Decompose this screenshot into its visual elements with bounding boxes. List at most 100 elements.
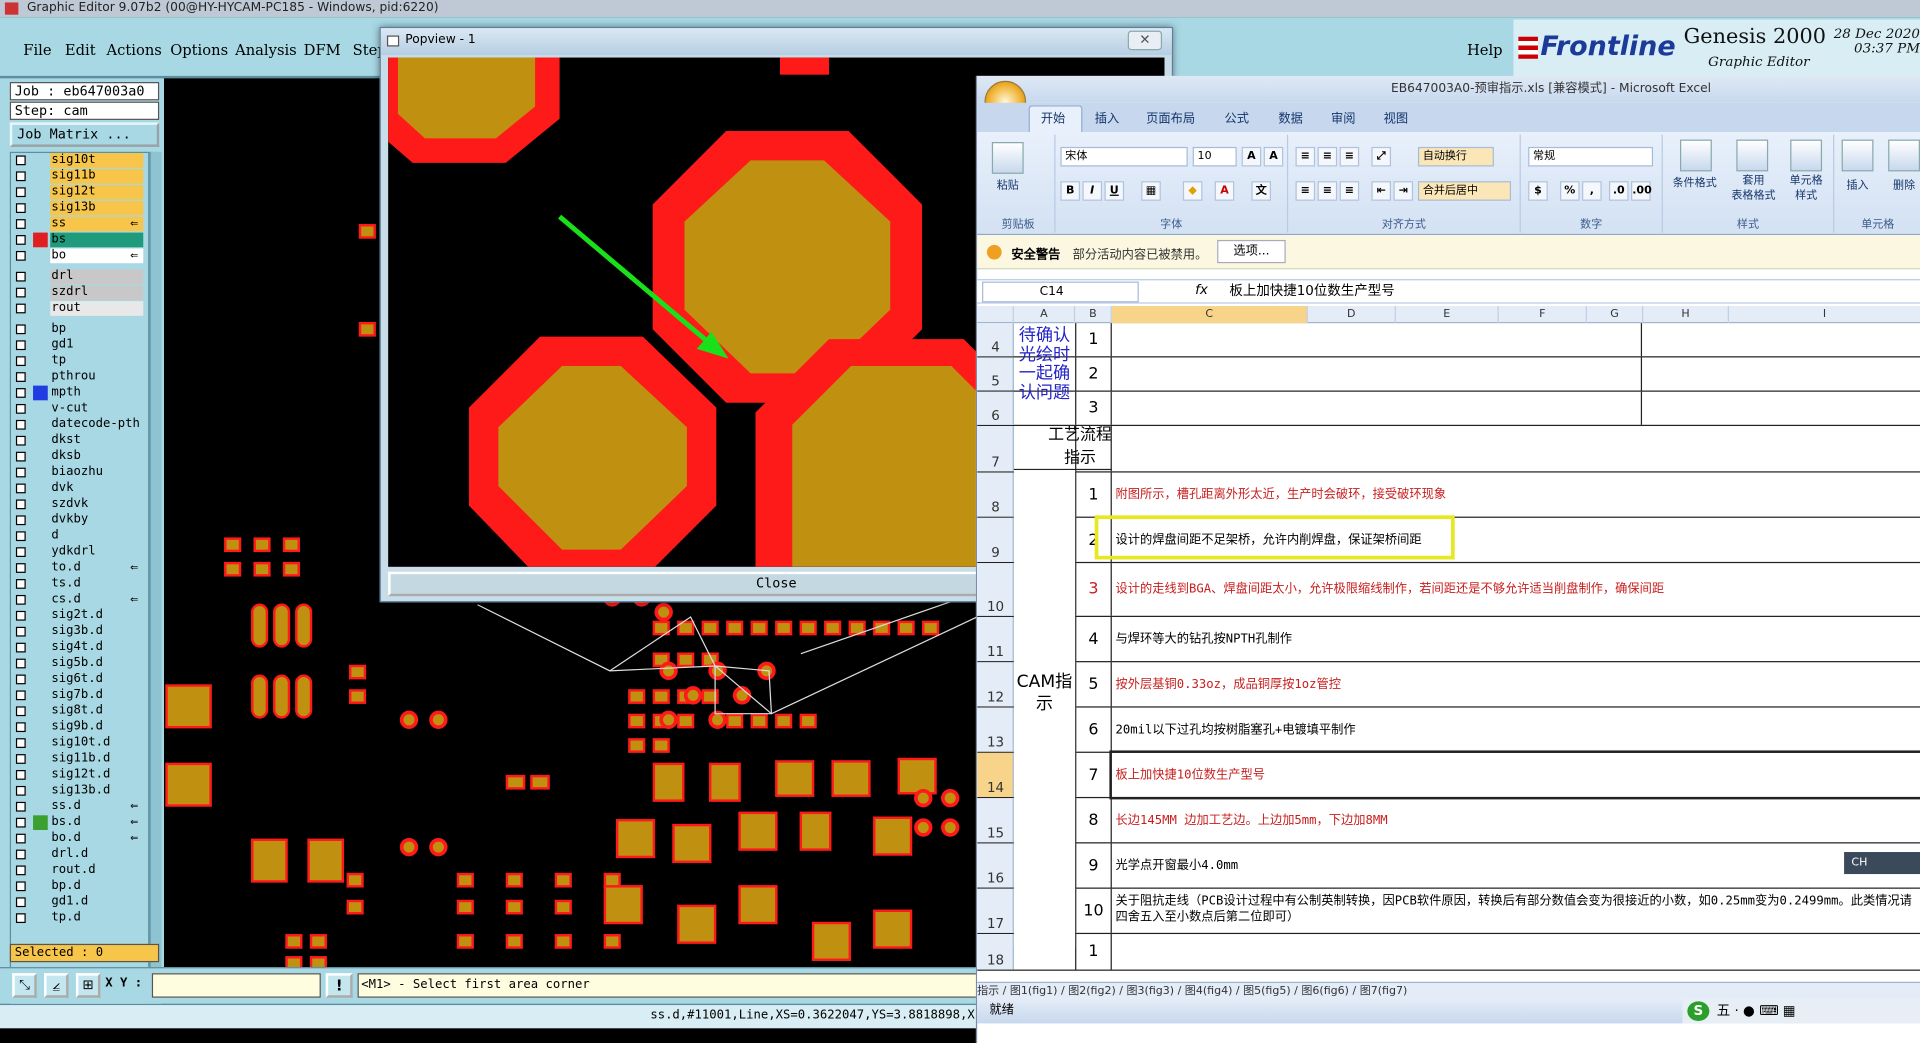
layer-checkbox[interactable]: [15, 324, 26, 335]
decrease-indent-icon[interactable]: ⇤: [1371, 181, 1392, 201]
instruction-cell[interactable]: 按外层基铜0.33oz，成品铜厚按1oz管控: [1112, 662, 1920, 706]
layer-row-mpth[interactable]: mpth: [11, 385, 148, 401]
column-header-A[interactable]: A: [1014, 306, 1076, 324]
paste-icon[interactable]: [991, 142, 1024, 174]
menu-analysis[interactable]: Analysis: [235, 42, 297, 59]
table-row[interactable]: 16 9 光学点开窗最小4.0mm: [977, 843, 1920, 889]
layer-row-sig6t.d[interactable]: sig6t.d: [11, 672, 148, 687]
font-size-select[interactable]: 10: [1192, 146, 1237, 167]
layer-row-sig3b.d[interactable]: sig3b.d: [11, 624, 148, 640]
layer-name[interactable]: szdrl: [50, 285, 144, 300]
tab-home[interactable]: 开始: [1041, 108, 1065, 126]
layer-checkbox[interactable]: [15, 658, 26, 669]
layer-checkbox[interactable]: [15, 155, 26, 166]
layer-name[interactable]: sig13b.d: [50, 783, 144, 799]
decrease-decimal-icon[interactable]: .00: [1631, 181, 1652, 201]
row-header[interactable]: 7: [977, 426, 1014, 472]
layer-checkbox[interactable]: [15, 187, 26, 198]
layer-checkbox[interactable]: [15, 610, 26, 621]
layer-row-sig10t.d[interactable]: sig10t.d: [11, 735, 148, 751]
layer-checkbox[interactable]: [15, 287, 26, 298]
layer-row-sig8t.d[interactable]: sig8t.d: [11, 703, 148, 719]
fill-color-icon[interactable]: ◆: [1182, 181, 1203, 201]
shrink-font-icon[interactable]: A: [1263, 146, 1284, 167]
row-header[interactable]: 17: [977, 888, 1014, 933]
item-number-cell[interactable]: 4: [1075, 616, 1112, 662]
layer-row-v-cut[interactable]: v-cut: [11, 401, 148, 417]
layer-name[interactable]: sig11b: [50, 168, 144, 184]
percent-icon[interactable]: %: [1560, 181, 1580, 201]
layer-row-sig5b.d[interactable]: sig5b.d: [11, 656, 148, 671]
font-name-select[interactable]: 宋体: [1060, 146, 1188, 167]
layer-name[interactable]: sig12t: [50, 184, 144, 200]
row-header[interactable]: 5: [977, 357, 1014, 391]
delete-cells-icon[interactable]: [1888, 139, 1920, 172]
layer-checkbox[interactable]: [15, 817, 26, 828]
table-row[interactable]: 8 1 附图所示，槽孔距离外形太近，生产时会破环，接受破环现象: [977, 472, 1920, 518]
layer-checkbox[interactable]: [15, 594, 26, 605]
sheet-tabs[interactable]: 指示 / 图1(fig1) / 图2(fig2) / 图3(fig3) / 图4…: [977, 981, 1920, 999]
table-row[interactable]: 41: [977, 323, 1920, 358]
layer-checkbox[interactable]: [15, 451, 26, 462]
underline-icon[interactable]: U: [1104, 181, 1125, 201]
layer-row-rout[interactable]: rout: [11, 301, 148, 316]
layer-checkbox[interactable]: [15, 250, 26, 261]
spreadsheet-grid[interactable]: ABCDEFGHI 4 1 5 2 6 3 7 8 1 附图所示，槽孔距离外形太近，生产时会破环，…: [977, 306, 1920, 985]
layer-name[interactable]: gd1.d: [50, 894, 144, 910]
menu-file[interactable]: File: [23, 42, 51, 59]
layer-name[interactable]: d: [50, 528, 144, 544]
bold-icon[interactable]: B: [1060, 181, 1081, 201]
grid-tool-icon[interactable]: ⊞: [75, 973, 101, 998]
layer-checkbox[interactable]: [15, 913, 26, 924]
select-all-corner[interactable]: [977, 306, 1014, 324]
align-bottom-icon[interactable]: ≡: [1339, 146, 1360, 167]
menu-help[interactable]: Help: [1467, 42, 1503, 59]
layer-name[interactable]: rout.d: [50, 863, 144, 878]
column-header-G[interactable]: G: [1587, 306, 1644, 324]
layer-name[interactable]: sig6t.d: [50, 672, 144, 687]
number-format-select[interactable]: 常规: [1528, 146, 1654, 167]
layer-row-gd1[interactable]: gd1: [11, 337, 148, 353]
layer-row-sig13b.d[interactable]: sig13b.d: [11, 783, 148, 799]
layer-name[interactable]: dksb: [50, 449, 144, 464]
layer-row-bp.d[interactable]: bp.d: [11, 878, 148, 894]
tab-data[interactable]: 数据: [1278, 108, 1302, 126]
layer-name[interactable]: tp: [50, 353, 144, 369]
layer-checkbox[interactable]: [15, 674, 26, 685]
security-options-button[interactable]: 选项...: [1217, 239, 1286, 264]
layer-name[interactable]: dvkby: [50, 512, 144, 528]
border-icon[interactable]: ▦: [1141, 181, 1161, 201]
layer-checkbox[interactable]: [15, 547, 26, 558]
table-row[interactable]: 13 6 20mil以下过孔均按树脂塞孔+电镀填平制作: [977, 707, 1920, 753]
layer-row-drl[interactable]: drl: [11, 269, 148, 285]
layer-row-bo.d[interactable]: bo.d ⇐: [11, 831, 148, 846]
cond-format-label[interactable]: 条件格式: [1665, 174, 1724, 190]
table-row[interactable]: 10 3 设计的走线到BGA、焊盘间距太小，允许极限缩线制作，若间距还是不够允许适当…: [977, 563, 1920, 617]
align-left-icon[interactable]: ≡: [1295, 181, 1316, 201]
measure-tool-icon[interactable]: ⦤: [44, 973, 69, 998]
instruction-cell[interactable]: 板上加快捷10位数生产型号: [1109, 750, 1920, 800]
formula-input[interactable]: 板上加快捷10位数生产型号: [1229, 282, 1394, 302]
item-number-cell[interactable]: 9: [1075, 843, 1112, 888]
column-header-E[interactable]: E: [1396, 306, 1499, 324]
column-header-D[interactable]: D: [1308, 306, 1396, 324]
layer-row-ss.d[interactable]: ss.d ⇐: [11, 799, 148, 815]
layer-row-ydkdrl[interactable]: ydkdrl: [11, 544, 148, 560]
table-row[interactable]: 14 7 板上加快捷10位数生产型号: [977, 750, 1920, 800]
layer-name[interactable]: sig2t.d: [50, 608, 144, 624]
layer-name[interactable]: sig4t.d: [50, 640, 144, 655]
instruction-cell[interactable]: 附图所示，槽孔距离外形太近，生产时会破环，接受破环现象: [1112, 473, 1920, 517]
align-middle-icon[interactable]: ≡: [1317, 146, 1338, 167]
italic-icon[interactable]: I: [1082, 181, 1103, 201]
instruction-cell[interactable]: [1112, 426, 1920, 471]
layer-name[interactable]: pthrou: [50, 369, 144, 385]
layer-checkbox[interactable]: [15, 579, 26, 589]
layer-row-sig13b[interactable]: sig13b: [11, 200, 148, 216]
layer-row-bs.d[interactable]: bs.d ⇐: [11, 815, 148, 830]
layer-name[interactable]: mpth: [50, 385, 144, 401]
layer-name[interactable]: bs: [50, 232, 144, 248]
column-header-H[interactable]: H: [1643, 306, 1729, 324]
layer-checkbox[interactable]: [15, 531, 26, 542]
layer-row-datecode-pth[interactable]: datecode-pth: [11, 417, 148, 433]
layer-checkbox[interactable]: [15, 881, 26, 892]
